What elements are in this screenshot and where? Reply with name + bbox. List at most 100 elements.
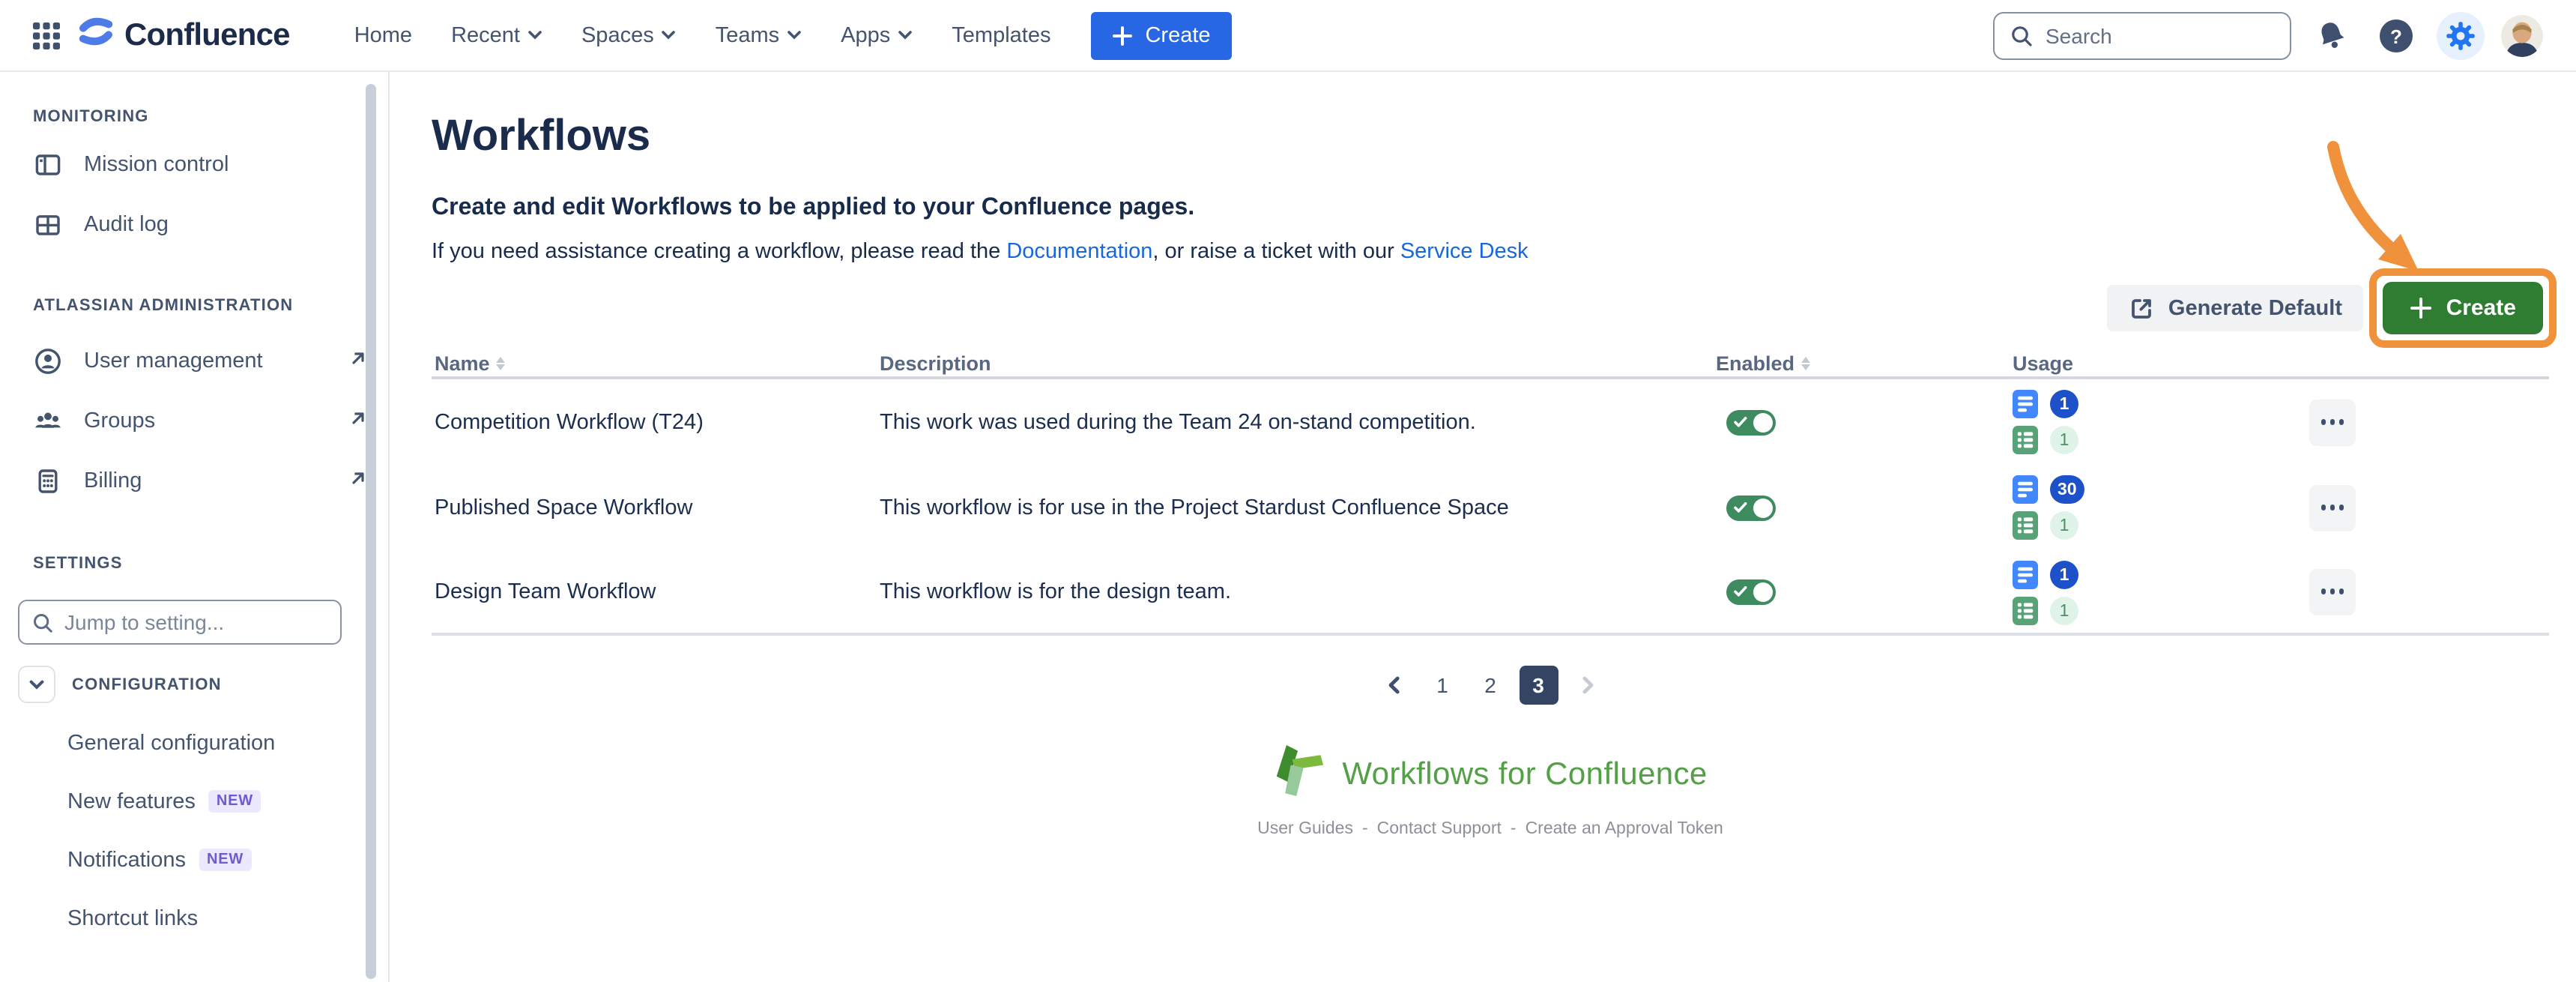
user-guides-link[interactable]: User Guides: [1257, 820, 1353, 838]
create-workflow-button[interactable]: Create: [2383, 282, 2543, 334]
settings-gear-icon[interactable]: [2437, 11, 2485, 59]
generate-default-button[interactable]: Generate Default: [2107, 285, 2363, 331]
sidebar-item-audit-log[interactable]: Audit log: [18, 195, 388, 255]
pagination-prev-button[interactable]: [1375, 666, 1414, 705]
main-content: Workflows Create and edit Workflows to b…: [390, 72, 2576, 982]
sidebar-item-billing[interactable]: Billing: [18, 451, 388, 511]
admin-sidebar: MONITORING Mission control Audit log ATL…: [0, 72, 390, 982]
sidebar-scrollbar[interactable]: [366, 84, 376, 979]
footer-links: User Guides - Contact Support - Create a…: [432, 820, 2549, 838]
page-usage-icon: [2013, 475, 2038, 504]
chevron-down-icon: [787, 30, 802, 40]
search-input[interactable]: [2046, 23, 2255, 47]
configuration-collapse-button[interactable]: [18, 666, 55, 703]
table-usage-count: 1: [2050, 426, 2078, 454]
table-row: Published Space Workflow This workflow i…: [432, 465, 2549, 550]
nav-item-teams[interactable]: Teams: [696, 0, 821, 71]
confluence-admin-app: Confluence Home Recent Spaces Teams Apps…: [0, 0, 2576, 982]
footer: Workflows for Confluence User Guides - C…: [432, 744, 2549, 838]
nav-item-home[interactable]: Home: [335, 0, 432, 71]
sidebar-item-mission-control[interactable]: Mission control: [18, 135, 388, 195]
sidebar-item-user-management[interactable]: User management: [18, 331, 388, 391]
workflow-description: This workflow is for the design team.: [880, 579, 1231, 603]
page-usage-count: 1: [2050, 561, 2078, 589]
service-desk-link[interactable]: Service Desk: [1400, 240, 1529, 264]
table-header-row: Name Description Enabled Usage: [432, 352, 2549, 379]
page-usage-icon: [2013, 390, 2038, 418]
new-badge: NEW: [209, 790, 261, 813]
enabled-toggle[interactable]: [1726, 579, 1776, 604]
table-row: Competition Workflow (T24) This work was…: [432, 379, 2549, 465]
nav-item-recent[interactable]: Recent: [432, 0, 562, 71]
nav-item-spaces[interactable]: Spaces: [562, 0, 696, 71]
approval-token-link[interactable]: Create an Approval Token: [1526, 820, 1723, 838]
nav-item-templates[interactable]: Templates: [932, 0, 1070, 71]
table-row: Design Team Workflow This workflow is fo…: [432, 550, 2549, 636]
pagination-page-2[interactable]: 2: [1471, 666, 1510, 705]
sidebar-item-label: Audit log: [84, 213, 169, 237]
workflows-logo: [1273, 744, 1324, 807]
pagination-page-1[interactable]: 1: [1423, 666, 1462, 705]
sort-icon: [496, 357, 505, 370]
sidebar-item-general-configuration[interactable]: General configuration: [18, 714, 388, 772]
contact-support-link[interactable]: Contact Support: [1377, 820, 1502, 838]
confluence-wordmark: Confluence: [124, 17, 290, 53]
external-link-icon: [349, 409, 367, 433]
nav-create-button[interactable]: Create: [1091, 11, 1231, 59]
external-link-icon: [349, 349, 367, 373]
page-usage-count: 30: [2050, 475, 2084, 504]
global-search: [1993, 11, 2291, 59]
plus-icon: [2410, 297, 2433, 319]
table-actions-row: Generate Default Create: [390, 267, 2576, 352]
sidebar-item-notifications[interactable]: Notifications NEW: [18, 831, 388, 889]
new-badge: NEW: [199, 849, 251, 871]
table-usage-icon: [2013, 426, 2038, 454]
app-switcher-icon[interactable]: [30, 19, 63, 52]
user-circle-icon: [33, 346, 63, 376]
footer-brand-text: Workflows for Confluence: [1342, 757, 1707, 793]
row-actions-menu-button[interactable]: [2309, 399, 2356, 445]
table-usage-icon: [2013, 511, 2038, 540]
pagination-next-button[interactable]: [1567, 666, 1606, 705]
jump-to-setting-input[interactable]: [64, 610, 304, 634]
row-actions-menu-button[interactable]: [2309, 484, 2356, 531]
enabled-toggle[interactable]: [1726, 409, 1776, 435]
sidebar-item-new-features[interactable]: New features NEW: [18, 772, 388, 831]
workflow-name: Published Space Workflow: [435, 495, 692, 519]
audit-log-icon: [33, 210, 63, 240]
row-actions-menu-button[interactable]: [2309, 568, 2356, 615]
sidebar-item-shortcut-links[interactable]: Shortcut links: [18, 889, 388, 948]
mission-control-icon: [33, 150, 63, 180]
nav-item-apps[interactable]: Apps: [821, 0, 932, 71]
sidebar-item-label: Groups: [84, 409, 155, 433]
chevron-down-icon: [28, 678, 45, 690]
column-header-enabled[interactable]: Enabled: [1716, 352, 1809, 375]
pagination: 1 2 3: [432, 666, 2549, 705]
table-usage-count: 1: [2050, 597, 2078, 625]
jump-to-setting-search: [18, 600, 342, 645]
sidebar-item-label: Billing: [84, 469, 142, 493]
chevron-left-icon: [1384, 675, 1405, 696]
sort-icon: [1801, 357, 1809, 370]
page-usage-count: 1: [2050, 390, 2078, 418]
enabled-toggle[interactable]: [1726, 495, 1776, 520]
chevron-right-icon: [1576, 675, 1597, 696]
confluence-logo[interactable]: Confluence: [78, 13, 290, 57]
external-link-icon: [349, 469, 367, 493]
help-icon[interactable]: ?: [2372, 11, 2420, 59]
documentation-link[interactable]: Documentation: [1006, 240, 1152, 264]
chevron-down-icon: [527, 30, 542, 40]
notifications-bell-icon[interactable]: [2308, 11, 2356, 59]
workflow-name: Competition Workflow (T24): [435, 410, 704, 434]
pagination-page-3-active[interactable]: 3: [1519, 666, 1558, 705]
sidebar-item-label: User management: [84, 349, 263, 373]
chevron-down-icon: [898, 30, 913, 40]
sidebar-section-admin: ATLASSIAN ADMINISTRATION: [18, 297, 388, 315]
search-icon: [31, 611, 54, 633]
sidebar-item-groups[interactable]: Groups: [18, 391, 388, 451]
confluence-logo-icon: [78, 13, 114, 57]
user-avatar[interactable]: [2501, 14, 2543, 56]
column-header-name[interactable]: Name: [435, 352, 505, 375]
page-title: Workflows: [432, 112, 2576, 160]
workflow-description: This workflow is for use in the Project …: [880, 495, 1509, 519]
